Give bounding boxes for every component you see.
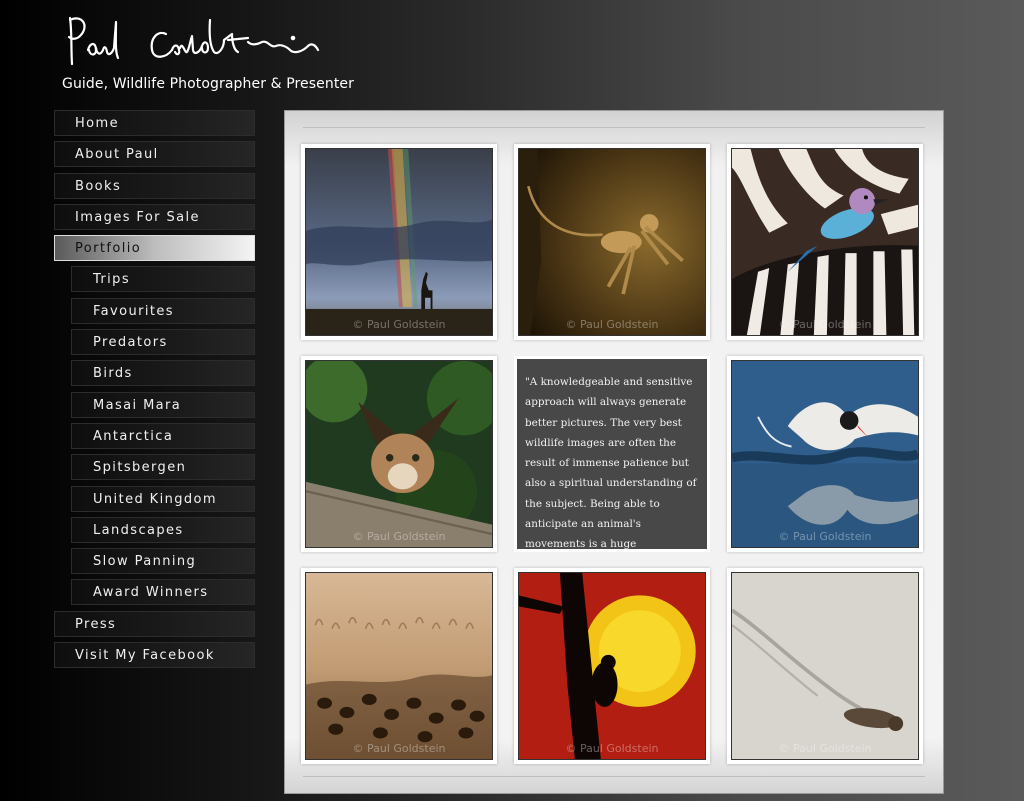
nav-item-spitsbergen[interactable]: Spitsbergen [71,454,255,481]
nav-item-favourites[interactable]: Favourites [71,297,255,324]
photo-roller-on-zebra[interactable]: © Paul Goldstein [727,144,923,340]
signature-logo[interactable] [62,12,322,72]
photo-tern-splash[interactable]: © Paul Goldstein [727,356,923,552]
watermark: © Paul Goldstein [778,318,872,331]
photo-flamingos-mist[interactable]: © Paul Goldstein [301,568,497,764]
nav-item-landscapes[interactable]: Landscapes [71,516,255,543]
nav-item-masai-mara[interactable]: Masai Mara [71,391,255,418]
photo-giraffe-rainbow[interactable]: © Paul Goldstein [301,144,497,340]
caracal-image: © Paul Goldstein [305,360,493,548]
photo-leaping-monkey[interactable]: © Paul Goldstein [514,144,710,340]
watermark: © Paul Goldstein [565,742,659,755]
photo-caracal[interactable]: © Paul Goldstein [301,356,497,552]
flamingos-mist-image: © Paul Goldstein [305,572,493,760]
portfolio-gallery: © Paul Goldstein © Paul Goldstein © Paul… [284,110,944,794]
top-divider [303,127,925,128]
leaping-monkey-image: © Paul Goldstein [518,148,706,336]
site-header: Guide, Wildlife Photographer & Presenter [60,12,354,102]
nav-item-trips[interactable]: Trips [71,266,255,293]
nav-item-antarctica[interactable]: Antarctica [71,422,255,449]
nav-item-about-paul[interactable]: About Paul [54,141,255,168]
nav-item-united-kingdom[interactable]: United Kingdom [71,485,255,512]
watermark: © Paul Goldstein [778,742,872,755]
bottom-divider [303,776,925,777]
watermark: © Paul Goldstein [565,318,659,331]
watermark: © Paul Goldstein [352,318,446,331]
watermark: © Paul Goldstein [778,530,872,543]
nav-item-images-for-sale[interactable]: Images For Sale [54,203,255,230]
nav-item-slow-panning[interactable]: Slow Panning [71,548,255,575]
photo-seal-on-ice[interactable]: © Paul Goldstein [727,568,923,764]
nav-item-visit-my-facebook[interactable]: Visit My Facebook [54,642,255,669]
nav-item-portfolio[interactable]: Portfolio [54,235,255,262]
nav-item-press[interactable]: Press [54,610,255,637]
nav-item-home[interactable]: Home [54,110,255,136]
giraffe-rainbow-image: © Paul Goldstein [305,148,493,336]
watermark: © Paul Goldstein [352,530,446,543]
main-navigation: Home About Paul Books Images For Sale Po… [54,110,255,673]
site-tagline: Guide, Wildlife Photographer & Presenter [62,76,354,92]
photo-sunset-silhouette[interactable]: © Paul Goldstein [514,568,710,764]
tern-splash-image: © Paul Goldstein [731,360,919,548]
watermark: © Paul Goldstein [352,742,446,755]
nav-item-predators[interactable]: Predators [71,329,255,356]
photographer-quote: "A knowledgeable and sensitive approach … [514,356,710,571]
nav-item-birds[interactable]: Birds [71,360,255,387]
sunset-silhouette-image: © Paul Goldstein [518,572,706,760]
roller-on-zebra-image: © Paul Goldstein [731,148,919,336]
nav-item-books[interactable]: Books [54,172,255,199]
nav-item-award-winners[interactable]: Award Winners [71,579,255,606]
seal-on-ice-image: © Paul Goldstein [731,572,919,760]
